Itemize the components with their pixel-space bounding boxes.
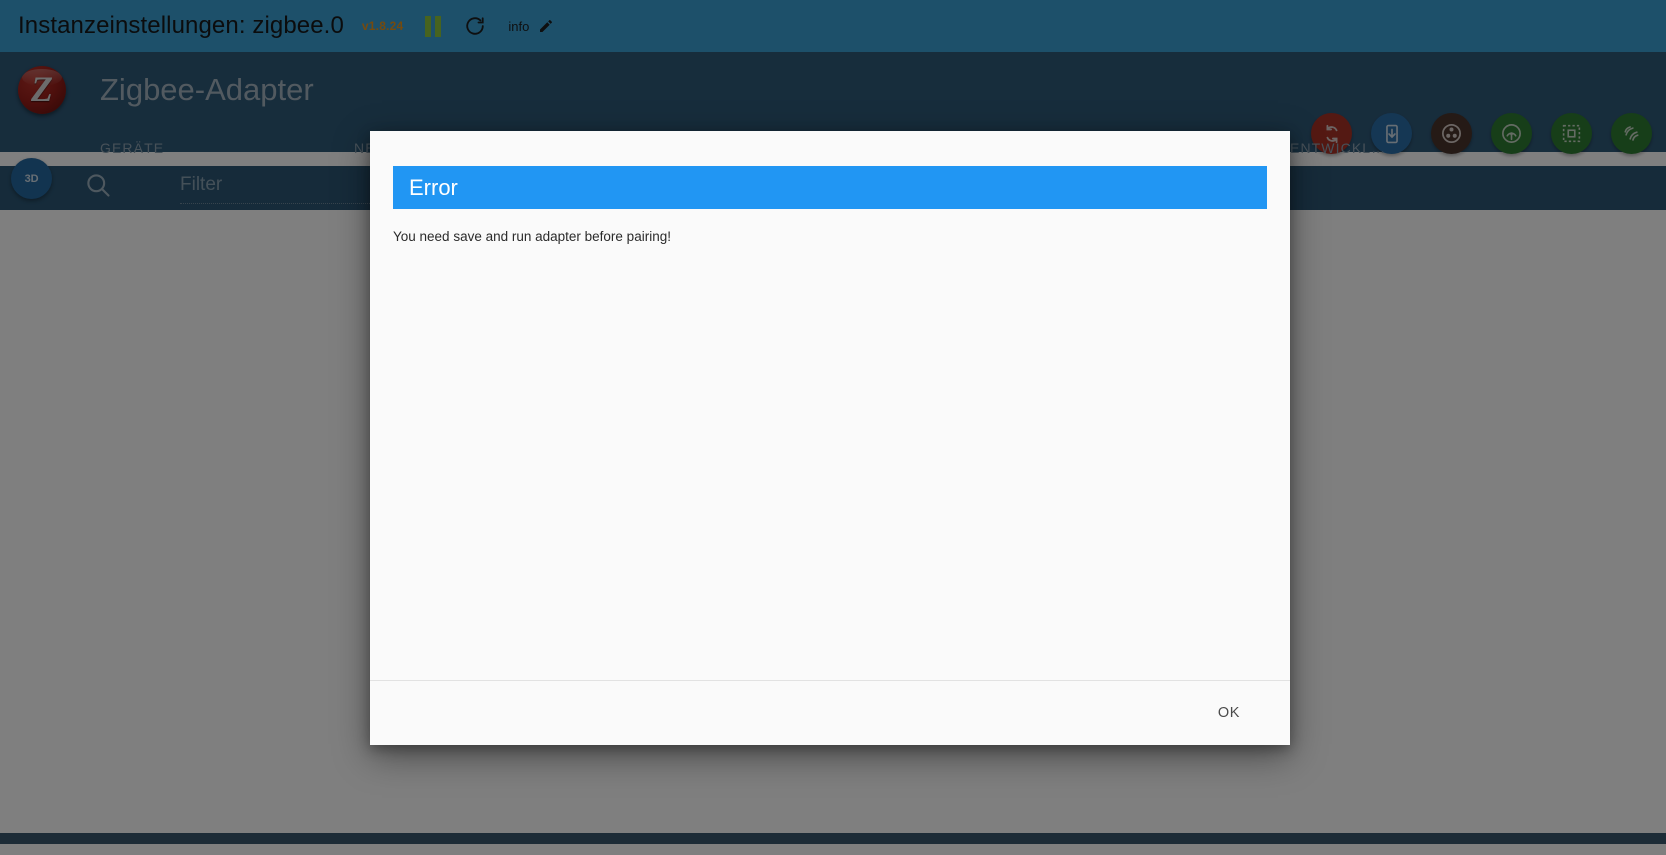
error-banner: Error bbox=[393, 166, 1267, 209]
error-banner-title: Error bbox=[409, 174, 458, 200]
error-dialog: Error You need save and run adapter befo… bbox=[370, 131, 1290, 745]
application-window: Instanzeinstellungen: zigbee.0 v1.8.24 i… bbox=[0, 0, 1666, 855]
error-dialog-footer: OK bbox=[370, 680, 1290, 745]
ok-button[interactable]: OK bbox=[1204, 696, 1254, 730]
error-message: You need save and run adapter before pai… bbox=[393, 229, 671, 244]
error-dialog-body: Error You need save and run adapter befo… bbox=[370, 131, 1290, 680]
